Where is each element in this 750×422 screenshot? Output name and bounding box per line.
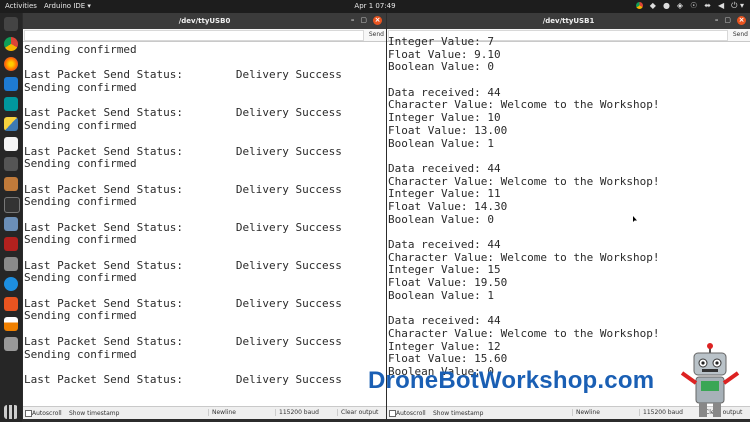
send-button[interactable]: Send [369, 31, 384, 38]
output-line: Last Packet Send Status: Delivery Succes… [24, 372, 342, 386]
wired-network-icon[interactable]: ⬌ [704, 1, 711, 11]
timestamp-label[interactable]: Show timestamp [69, 410, 119, 417]
output-line: Sending confirmed [24, 119, 137, 133]
serial-output[interactable]: Sending confirmed Last Packet Send Status… [23, 42, 386, 407]
text-icon[interactable] [4, 157, 18, 171]
apps-grid-icon[interactable] [4, 405, 18, 419]
files-icon[interactable] [4, 217, 18, 231]
chrome-icon[interactable] [4, 37, 18, 51]
watermark: DroneBotWorkshop.com [368, 367, 655, 394]
status-bar: Autoscroll Show timestamp Newline 115200… [23, 406, 386, 419]
status-icon[interactable]: ● [663, 1, 670, 11]
minimize-button[interactable]: – [351, 16, 355, 25]
autoscroll-label[interactable]: Autoscroll [396, 410, 426, 417]
power-icon[interactable]: ⏻ ▾ [731, 1, 744, 11]
mouse-cursor-icon [633, 216, 637, 222]
autoscroll-checkbox[interactable] [389, 410, 396, 417]
output-line: Boolean Value: 0 [388, 60, 494, 74]
chrome-tray-icon[interactable] [635, 2, 643, 9]
output-line: Sending confirmed [24, 233, 137, 247]
output-line: Integer Value: 7 [388, 36, 494, 48]
title-bar[interactable]: /dev/ttyUSB0 – ▢ × [23, 13, 386, 29]
autoscroll-checkbox[interactable] [25, 410, 32, 417]
line-ending-select[interactable]: Newline [572, 409, 637, 416]
accessibility-icon[interactable]: ☉ [690, 1, 697, 11]
clear-output-button[interactable]: Clear output [337, 409, 381, 416]
volume-icon[interactable]: ◀ [718, 1, 724, 11]
archive-icon[interactable] [4, 177, 18, 191]
close-button[interactable]: × [737, 16, 746, 25]
output-line: Sending confirmed [24, 309, 137, 323]
output-line: Sending confirmed [24, 347, 137, 361]
video-icon[interactable] [4, 337, 18, 351]
send-row: Send [23, 29, 386, 42]
output-line: Sending confirmed [24, 81, 137, 95]
appstore-icon[interactable] [4, 297, 18, 311]
terminal-icon[interactable] [4, 17, 18, 31]
autoscroll-label[interactable]: Autoscroll [32, 410, 62, 417]
line-ending-select[interactable]: Newline [208, 409, 273, 416]
vscode-icon[interactable] [4, 77, 18, 91]
minimize-button[interactable]: – [715, 16, 719, 25]
output-line: Float Value: 19.50 [388, 276, 508, 290]
output-line: Sending confirmed [24, 195, 137, 209]
output-line: Boolean Value: 1 [388, 136, 494, 150]
system-tray[interactable]: ◆ ● ◈ ☉ ⬌ ◀ ⏻ ▾ [635, 1, 744, 11]
python-icon[interactable] [4, 117, 18, 131]
help-icon[interactable] [4, 277, 18, 291]
settings-icon[interactable] [4, 257, 18, 271]
firefox-icon[interactable] [4, 57, 18, 71]
filezilla-icon[interactable] [4, 237, 18, 251]
output-line: Character Value: Welcome to the Workshop… [388, 326, 660, 340]
output-line: Float Value: 14.30 [388, 199, 508, 213]
window-title: /dev/ttyUSB0 [178, 17, 231, 25]
editor-icon[interactable] [4, 137, 18, 151]
baud-select[interactable]: 115200 baud [275, 409, 330, 416]
robot-logo-icon [680, 343, 740, 417]
maximize-button[interactable]: ▢ [360, 16, 367, 25]
arduino-icon[interactable] [4, 97, 18, 111]
maximize-button[interactable]: ▢ [724, 16, 731, 25]
top-bar: Activities Arduino IDE ▾ Apr 1 07:49 ◆ ●… [0, 0, 750, 13]
output-line: Integer Value: 10 [388, 111, 501, 125]
terminal2-icon[interactable] [4, 197, 20, 213]
window-title: /dev/ttyUSB1 [542, 17, 595, 25]
dock [0, 13, 22, 422]
output-line: Data received: 44 [388, 314, 501, 328]
output-line: Data received: 44 [388, 161, 501, 175]
timestamp-label[interactable]: Show timestamp [433, 410, 483, 417]
title-bar[interactable]: /dev/ttyUSB1 – ▢ × [387, 13, 750, 29]
close-button[interactable]: × [373, 16, 382, 25]
output-line: Sending confirmed [24, 157, 137, 171]
output-line: Boolean Value: 0 [388, 212, 494, 226]
output-line: Data received: 44 [388, 238, 501, 251]
output-line: Last Packet Send Status: Delivery Succes… [24, 334, 342, 348]
dropbox-icon[interactable]: ◈ [677, 1, 683, 11]
serial-monitor-usb0: /dev/ttyUSB0 – ▢ × Send Sending confirme… [23, 13, 386, 419]
output-line: Boolean Value: 1 [388, 288, 494, 302]
network-icon[interactable]: ◆ [650, 1, 656, 11]
output-line: Sending confirmed [24, 43, 137, 56]
serial-input[interactable] [24, 30, 364, 41]
output-line: Float Value: 13.00 [388, 123, 508, 137]
vlc-icon[interactable] [4, 317, 18, 331]
output-line: Sending confirmed [24, 271, 137, 285]
